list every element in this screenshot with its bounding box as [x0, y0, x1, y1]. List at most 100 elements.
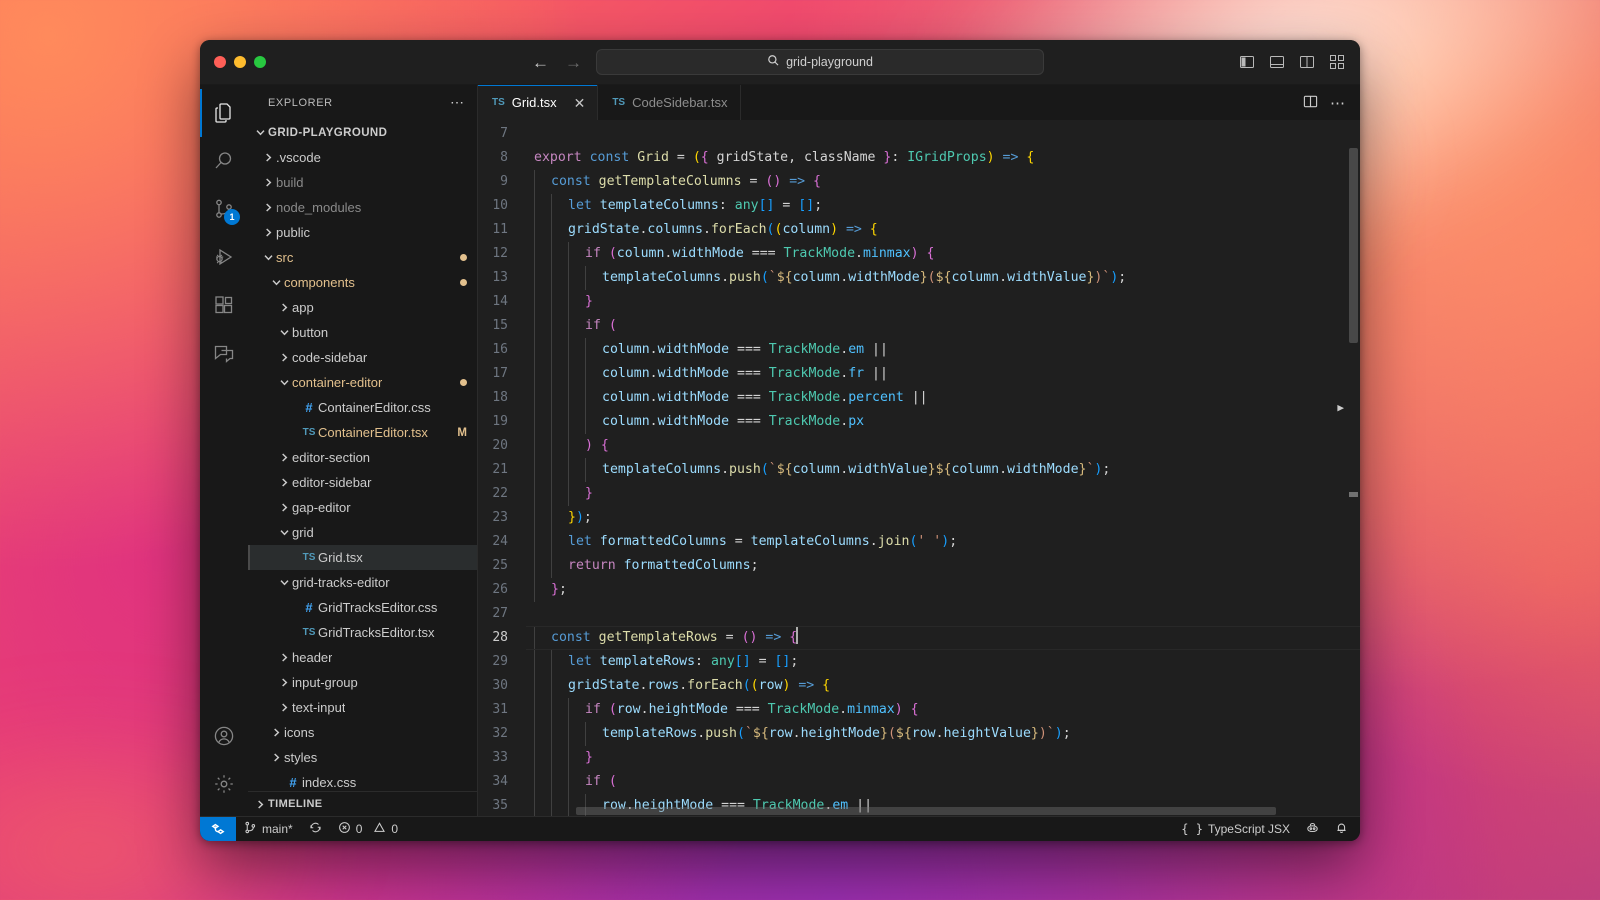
tree-folder-row[interactable]: public — [248, 220, 477, 245]
tree-folder-row[interactable]: header — [248, 645, 477, 670]
tree-folder-row[interactable]: text-input — [248, 695, 477, 720]
sidebar-item-run-debug[interactable] — [200, 233, 248, 281]
code-line[interactable]: 26}; — [478, 578, 1360, 602]
tree-folder-row[interactable]: editor-section — [248, 445, 477, 470]
account-icon[interactable] — [200, 712, 248, 760]
tree-folder-row[interactable]: app — [248, 295, 477, 320]
chevron-down-icon[interactable] — [276, 577, 292, 588]
chevron-right-icon[interactable] — [260, 152, 276, 163]
editor-horizontal-scrollbar[interactable] — [526, 806, 1346, 816]
more-actions-icon[interactable]: ⋯ — [1330, 94, 1346, 112]
tree-file-row[interactable]: #GridTracksEditor.css — [248, 595, 477, 620]
code-line[interactable]: 14} — [478, 290, 1360, 314]
code-line[interactable]: 17column.widthMode === TrackMode.fr || — [478, 362, 1360, 386]
code-line[interactable]: 21templateColumns.push(`${column.widthVa… — [478, 458, 1360, 482]
tree-folder-row[interactable]: grid — [248, 520, 477, 545]
status-notifications[interactable] — [1327, 817, 1360, 842]
tree-file-row[interactable]: TSGrid.tsx — [248, 545, 477, 570]
code-line[interactable]: 8export const Grid = ({ gridState, class… — [478, 146, 1360, 170]
code-line[interactable]: 22} — [478, 482, 1360, 506]
tree-folder-row[interactable]: node_modules — [248, 195, 477, 220]
close-icon[interactable]: ✕ — [574, 96, 586, 110]
tree-folder-row[interactable]: src — [248, 245, 477, 270]
chevron-right-icon[interactable] — [260, 177, 276, 188]
code-line[interactable]: 10let templateColumns: any[] = []; — [478, 194, 1360, 218]
tree-folder-row[interactable]: button — [248, 320, 477, 345]
code-line[interactable]: 25return formattedColumns; — [478, 554, 1360, 578]
code-line[interactable]: 12if (column.widthMode === TrackMode.min… — [478, 242, 1360, 266]
maximize-window-button[interactable] — [254, 56, 266, 68]
chevron-right-icon[interactable] — [276, 502, 292, 513]
code-line[interactable]: 28const getTemplateRows = () => { — [478, 626, 1360, 650]
tree-folder-row[interactable]: grid-tracks-editor — [248, 570, 477, 595]
tab-codesidebar-tsx[interactable]: TS CodeSidebar.tsx — [598, 85, 740, 120]
code-line[interactable]: 30gridState.rows.forEach((row) => { — [478, 674, 1360, 698]
chevron-right-icon[interactable] — [276, 477, 292, 488]
remote-window-button[interactable] — [200, 817, 236, 842]
status-problems[interactable]: 0 0 — [330, 817, 406, 842]
sidebar-item-extensions[interactable] — [200, 281, 248, 329]
code-line[interactable]: 16column.widthMode === TrackMode.em || — [478, 338, 1360, 362]
sidebar-item-source-control[interactable]: 1 — [200, 185, 248, 233]
code-line[interactable]: 13templateColumns.push(`${column.widthMo… — [478, 266, 1360, 290]
code-line[interactable]: 7 — [478, 122, 1360, 146]
code-line[interactable]: 34if ( — [478, 770, 1360, 794]
split-editor-icon[interactable] — [1303, 94, 1318, 112]
chevron-right-icon[interactable] — [260, 227, 276, 238]
tree-folder-row[interactable]: .vscode — [248, 145, 477, 170]
chevron-right-icon[interactable] — [276, 302, 292, 313]
chevron-right-icon[interactable] — [268, 752, 284, 763]
chevron-down-icon[interactable] — [260, 252, 276, 263]
chevron-right-icon[interactable] — [276, 452, 292, 463]
minimize-window-button[interactable] — [234, 56, 246, 68]
code-line[interactable]: 27 — [478, 602, 1360, 626]
chevron-down-icon[interactable] — [252, 127, 268, 138]
tree-file-row[interactable]: #index.css — [248, 770, 477, 791]
code-line[interactable]: 19column.widthMode === TrackMode.px — [478, 410, 1360, 434]
chevron-right-icon[interactable] — [276, 652, 292, 663]
sidebar-more-actions-icon[interactable]: ⋯ — [450, 94, 465, 111]
go-back-icon[interactable]: ← — [532, 54, 549, 71]
tab-grid-tsx[interactable]: TS Grid.tsx ✕ — [478, 85, 598, 120]
go-forward-icon[interactable]: → — [565, 54, 582, 71]
timeline-section-header[interactable]: TIMELINE — [248, 791, 477, 816]
tree-file-row[interactable]: TSGridTracksEditor.tsx — [248, 620, 477, 645]
editor-vertical-scrollbar[interactable] — [1346, 120, 1360, 816]
tree-folder-row[interactable]: editor-sidebar — [248, 470, 477, 495]
tree-file-row[interactable]: TSContainerEditor.tsxM — [248, 420, 477, 445]
code-line[interactable]: 15if ( — [478, 314, 1360, 338]
tree-folder-row[interactable]: code-sidebar — [248, 345, 477, 370]
code-line[interactable]: 20) { — [478, 434, 1360, 458]
status-sync[interactable] — [301, 817, 330, 842]
code-line[interactable]: 33} — [478, 746, 1360, 770]
code-line[interactable]: 18column.widthMode === TrackMode.percent… — [478, 386, 1360, 410]
code-line[interactable]: 11gridState.columns.forEach((column) => … — [478, 218, 1360, 242]
chevron-right-icon[interactable] — [276, 352, 292, 363]
toggle-secondary-sidebar-button[interactable] — [1296, 51, 1318, 73]
chevron-right-icon[interactable] — [260, 202, 276, 213]
tree-folder-row[interactable]: styles — [248, 745, 477, 770]
sidebar-item-explorer[interactable] — [200, 89, 248, 137]
status-language-mode[interactable]: { } TypeScript JSX — [1173, 817, 1298, 842]
tree-folder-row[interactable]: input-group — [248, 670, 477, 695]
sidebar-item-comments[interactable] — [200, 329, 248, 377]
chevron-down-icon[interactable] — [268, 277, 284, 288]
chevron-right-icon[interactable] — [268, 727, 284, 738]
tree-folder-row[interactable]: icons — [248, 720, 477, 745]
code-line[interactable]: 32templateRows.push(`${row.heightMode}($… — [478, 722, 1360, 746]
code-line[interactable]: 29let templateRows: any[] = []; — [478, 650, 1360, 674]
gear-icon[interactable] — [200, 760, 248, 808]
tree-folder-row[interactable]: build — [248, 170, 477, 195]
customize-layout-button[interactable] — [1326, 51, 1348, 73]
sidebar-item-search[interactable] — [200, 137, 248, 185]
chevron-right-icon[interactable] — [276, 702, 292, 713]
chevron-down-icon[interactable] — [276, 527, 292, 538]
code-line[interactable]: 31if (row.heightMode === TrackMode.minma… — [478, 698, 1360, 722]
toggle-panel-button[interactable] — [1266, 51, 1288, 73]
chevron-down-icon[interactable] — [276, 377, 292, 388]
code-line[interactable]: 23}); — [478, 506, 1360, 530]
tree-folder-row[interactable]: components — [248, 270, 477, 295]
scrollbar-thumb-horizontal[interactable] — [576, 807, 1276, 815]
status-copilot[interactable] — [1298, 817, 1327, 842]
command-center-search[interactable]: grid-playground — [596, 49, 1044, 75]
